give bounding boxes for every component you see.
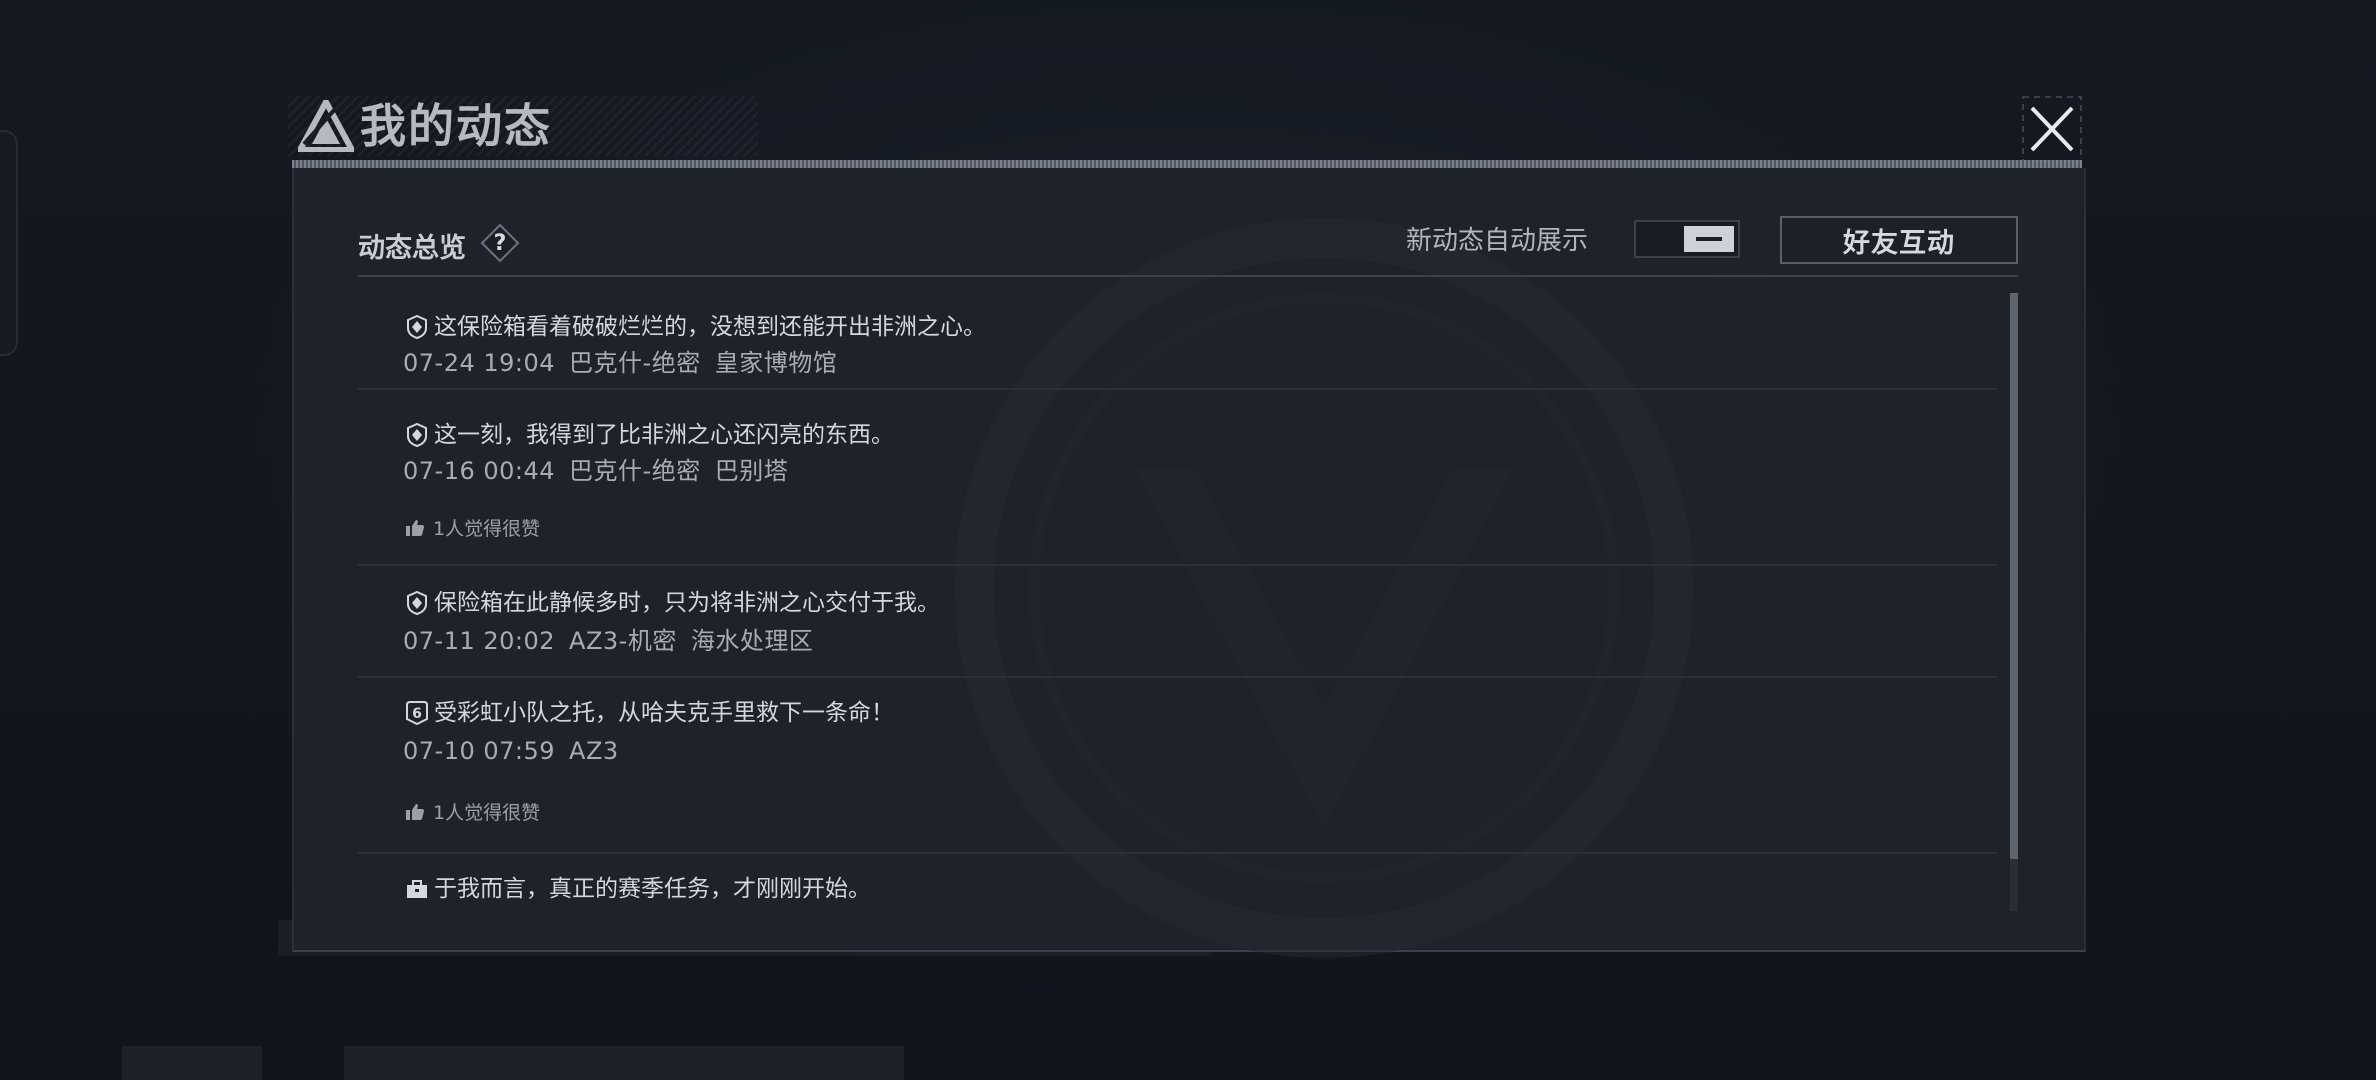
side-tab-handle[interactable]	[0, 130, 18, 356]
auto-show-toggle[interactable]	[1634, 220, 1740, 258]
friend-interaction-button[interactable]: 好友互动	[1780, 216, 2018, 264]
blurred-footer-element	[122, 1046, 262, 1080]
feed-panel: 动态总览 ? 新动态自动展示 好友互动 这保险箱看着破破烂烂的，没想到还能开出非…	[292, 168, 2086, 958]
feed-item-meta: 07-24 19:04 巴克什-绝密 皇家博物馆	[403, 348, 851, 378]
feed-item-mode: 巴克什-绝密	[569, 349, 701, 377]
svg-text:?: ?	[494, 231, 507, 256]
overview-title: 动态总览	[358, 233, 466, 264]
feed-item-time: 07-24 19:04	[403, 349, 556, 377]
like-row[interactable]: 1人觉得很赞	[405, 514, 540, 541]
blurred-footer-element	[344, 1046, 904, 1080]
thumbs-up-icon	[406, 803, 424, 820]
feed-item[interactable]: 6 受彩虹小队之托，从哈夫克手里救下一条命！ 07-10 07:59 AZ3 1人…	[358, 678, 1998, 854]
scrollbar[interactable]	[2010, 293, 2018, 911]
feed-item-mode: 巴克什-绝密	[569, 457, 701, 485]
feed-list[interactable]: 这保险箱看着破破烂烂的，没想到还能开出非洲之心。 07-24 19:04 巴克什-…	[358, 278, 1998, 938]
feed-item-text-row: 这保险箱看着破破烂烂的，没想到还能开出非洲之心。	[406, 312, 986, 342]
feed-item-time: 07-11 20:02	[403, 627, 556, 655]
like-count: 1人觉得很赞	[433, 802, 541, 824]
feed-item-location: 皇家博物馆	[714, 349, 838, 377]
feed-item-text: 这保险箱看着破破烂烂的，没想到还能开出非洲之心。	[434, 314, 986, 340]
feed-item[interactable]: 保险箱在此静候多时，只为将非洲之心交付于我。 07-11 20:02 AZ3-机密…	[358, 566, 1998, 678]
feed-item-mode: AZ3	[569, 737, 619, 765]
dialog-title: 我的动态	[360, 99, 552, 153]
svg-text:6: 6	[412, 706, 422, 722]
shield-badge-icon	[407, 423, 427, 447]
feed-item-time: 07-10 07:59	[403, 737, 556, 765]
auto-show-label: 新动态自动展示	[1406, 226, 1589, 256]
feed-item-meta: 07-11 20:02 AZ3-机密 海水处理区	[403, 626, 827, 656]
header-divider	[358, 275, 2018, 277]
help-icon[interactable]: ?	[480, 223, 520, 263]
feed-item[interactable]: 这一刻，我得到了比非洲之心还闪亮的东西。 07-16 00:44 巴克什-绝密 巴别…	[358, 390, 1998, 566]
feed-item-meta: 07-10 07:59 AZ3	[403, 736, 647, 766]
feed-item-text: 于我而言，真正的赛季任务，才刚刚开始。	[434, 876, 871, 902]
like-row[interactable]: 1人觉得很赞	[405, 798, 540, 825]
like-count: 1人觉得很赞	[433, 518, 541, 540]
close-icon[interactable]	[2022, 96, 2082, 162]
feed-item[interactable]: 于我而言，真正的赛季任务，才刚刚开始。	[358, 854, 1998, 934]
feed-item-text: 受彩虹小队之托，从哈夫克手里救下一条命！	[434, 700, 894, 726]
feed-item-text-row: 于我而言，真正的赛季任务，才刚刚开始。	[406, 874, 871, 904]
thumbs-up-icon	[406, 519, 424, 536]
feed-item-text-row: 保险箱在此静候多时，只为将非洲之心交付于我。	[406, 588, 940, 618]
toggle-dash-icon	[1696, 237, 1722, 241]
feed-item-meta: 07-16 00:44 巴克什-绝密 巴别塔	[403, 456, 802, 486]
title-underline	[292, 160, 2082, 168]
feed-item-text-row: 这一刻，我得到了比非洲之心还闪亮的东西。	[406, 420, 894, 450]
shield-badge-icon	[407, 591, 427, 615]
feed-item-location: 海水处理区	[690, 627, 814, 655]
feed-item-location: 巴别塔	[714, 457, 789, 485]
feed-item-text-row: 6 受彩虹小队之托，从哈夫克手里救下一条命！	[406, 698, 894, 728]
feed-item[interactable]: 这保险箱看着破破烂烂的，没想到还能开出非洲之心。 07-24 19:04 巴克什-…	[358, 278, 1998, 390]
number-six-badge-icon: 6	[406, 701, 428, 725]
feed-item-time: 07-16 00:44	[403, 457, 556, 485]
feed-item-mode: AZ3-机密	[569, 627, 677, 655]
shield-badge-icon	[407, 315, 427, 339]
feed-item-text: 这一刻，我得到了比非洲之心还闪亮的东西。	[434, 422, 894, 448]
toggle-knob	[1684, 226, 1734, 252]
scrollbar-thumb[interactable]	[2010, 293, 2018, 859]
dialog-title-bar: 我的动态	[288, 90, 2082, 162]
delta-logo-icon	[298, 100, 354, 152]
feed-item-text: 保险箱在此静候多时，只为将非洲之心交付于我。	[434, 590, 940, 616]
briefcase-icon	[407, 880, 427, 898]
